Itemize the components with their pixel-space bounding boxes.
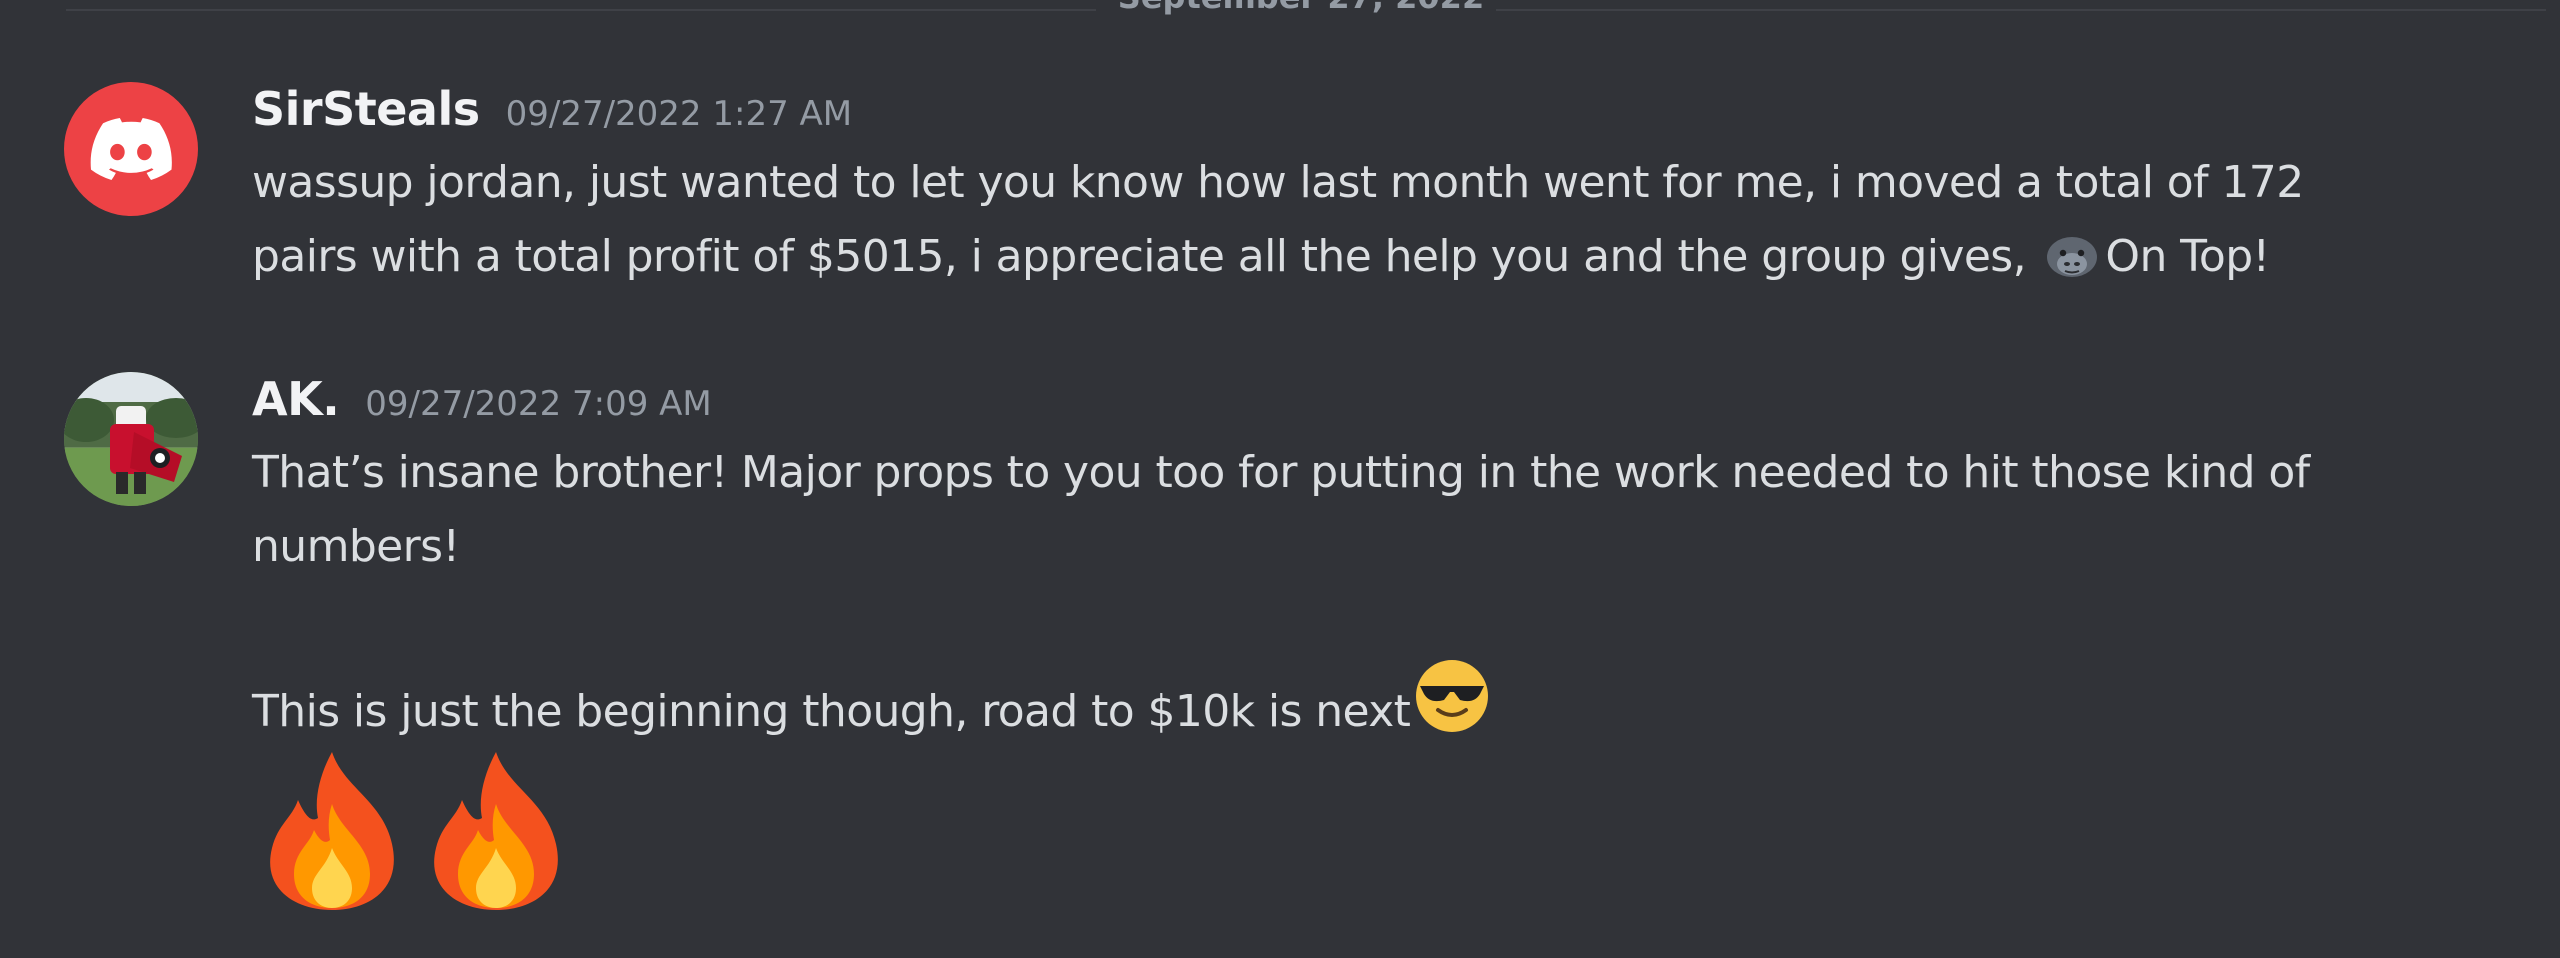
message-content: wassup jordan, just wanted to let you kn… [252, 146, 2492, 302]
timestamp[interactable]: 09/27/2022 1:27 AM [506, 94, 853, 134]
avatar[interactable] [64, 82, 198, 216]
chat-messages: September 27, 2022 SirSteals 09/27/2022 … [0, 0, 2560, 958]
fire-emoji-icon [252, 748, 412, 916]
message-header: SirSteals 09/27/2022 1:27 AM [252, 82, 852, 136]
sunglasses-emoji-icon [1414, 658, 1490, 757]
message-line: That’s insane brother! Major props to yo… [252, 447, 2310, 498]
message-text: This is just the beginning though, road … [252, 686, 1411, 737]
message-line: pairs with a total profit of $5015, i ap… [252, 220, 2492, 302]
message-text: On Top! [2105, 231, 2270, 282]
big-emoji-row [252, 748, 576, 916]
message-item[interactable]: AK. 09/27/2022 7:09 AM That’s insane bro… [0, 330, 2560, 958]
user-photo-avatar [64, 372, 198, 506]
message-header: AK. 09/27/2022 7:09 AM [252, 372, 712, 426]
message-text: pairs with a total profit of $5015, i ap… [252, 231, 2040, 282]
message-line: wassup jordan, just wanted to let you kn… [252, 157, 2304, 208]
message-line-spacer [252, 584, 2492, 658]
discord-logo-icon [90, 118, 172, 180]
timestamp[interactable]: 09/27/2022 7:09 AM [365, 384, 712, 424]
gorilla-emoji-icon [2043, 228, 2101, 302]
message-line: This is just the beginning though, road … [252, 658, 2492, 757]
username[interactable]: AK. [252, 372, 340, 426]
fire-emoji-icon [416, 748, 576, 916]
message-item[interactable]: SirSteals 09/27/2022 1:27 AM wassup jord… [0, 0, 2560, 330]
message-content: That’s insane brother! Major props to yo… [252, 436, 2492, 757]
username[interactable]: SirSteals [252, 82, 480, 136]
avatar[interactable] [64, 372, 198, 506]
message-line: numbers! [252, 521, 460, 572]
